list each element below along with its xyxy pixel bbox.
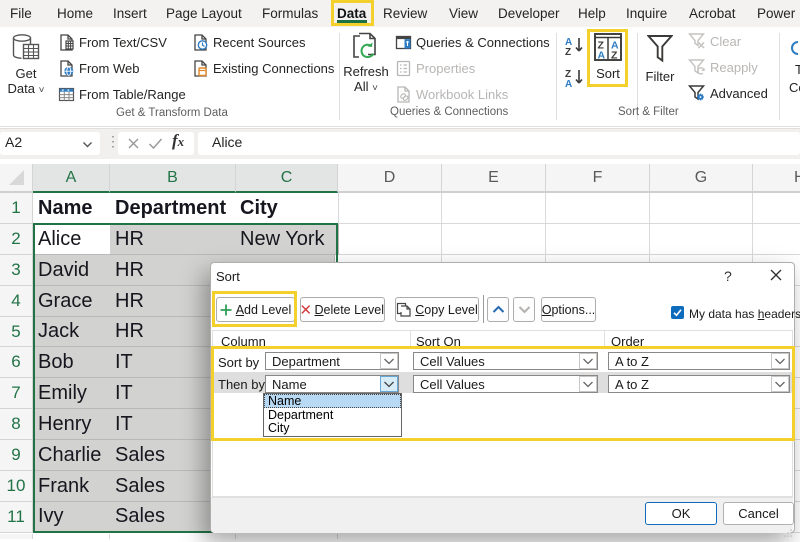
- svg-text:Z: Z: [565, 47, 571, 56]
- svg-text:A: A: [565, 79, 572, 88]
